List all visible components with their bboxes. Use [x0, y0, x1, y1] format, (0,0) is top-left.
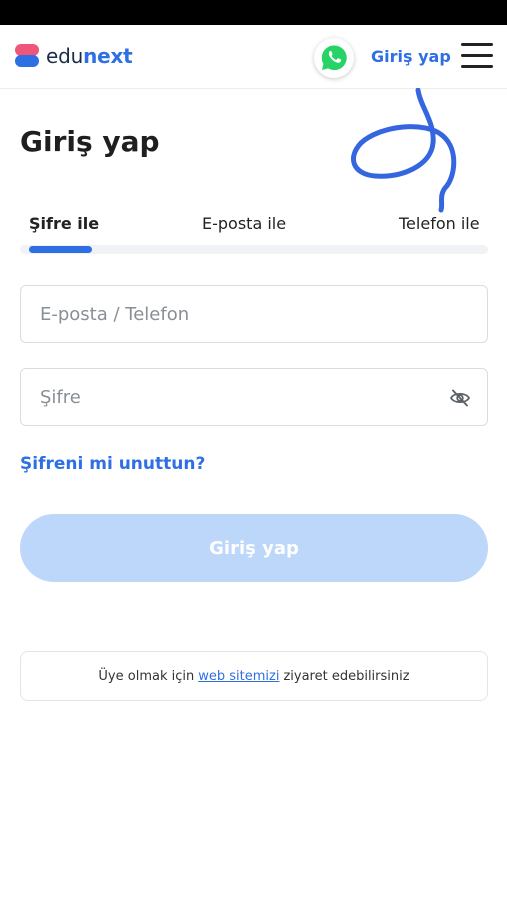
- page-title: Giriş yap: [20, 125, 160, 158]
- whatsapp-icon: [321, 45, 347, 71]
- eye-off-icon[interactable]: [449, 388, 471, 408]
- scribble-annotation-icon: [350, 88, 457, 213]
- hamburger-menu-icon[interactable]: [461, 43, 493, 69]
- email-phone-input[interactable]: [21, 286, 487, 342]
- info-text-before: Üye olmak için: [98, 668, 195, 684]
- signup-info-box: Üye olmak için web sitemizi ziyaret edeb…: [20, 651, 488, 701]
- top-navigation-bar: edunext Giriş yap: [0, 25, 507, 89]
- logo-mark-icon: [15, 44, 39, 68]
- login-submit-button[interactable]: Giriş yap: [20, 514, 488, 582]
- whatsapp-button[interactable]: [314, 38, 354, 78]
- tab-phone[interactable]: Telefon ile: [399, 214, 480, 233]
- active-tab-indicator: [29, 246, 92, 253]
- website-link[interactable]: web sitemizi: [198, 669, 279, 684]
- logo-text: edunext: [46, 44, 133, 68]
- tab-password[interactable]: Şifre ile: [29, 214, 99, 233]
- forgot-password-link[interactable]: Şifreni mi unuttun?: [20, 454, 205, 474]
- header-login-link[interactable]: Giriş yap: [371, 47, 451, 66]
- password-field: [20, 368, 488, 426]
- password-input[interactable]: [21, 369, 487, 425]
- tab-email[interactable]: E-posta ile: [202, 214, 286, 233]
- info-text-after: ziyaret edebilirsiniz: [283, 668, 410, 684]
- edunext-logo[interactable]: edunext: [15, 44, 133, 68]
- identifier-field: [20, 285, 488, 343]
- status-bar: [0, 0, 507, 25]
